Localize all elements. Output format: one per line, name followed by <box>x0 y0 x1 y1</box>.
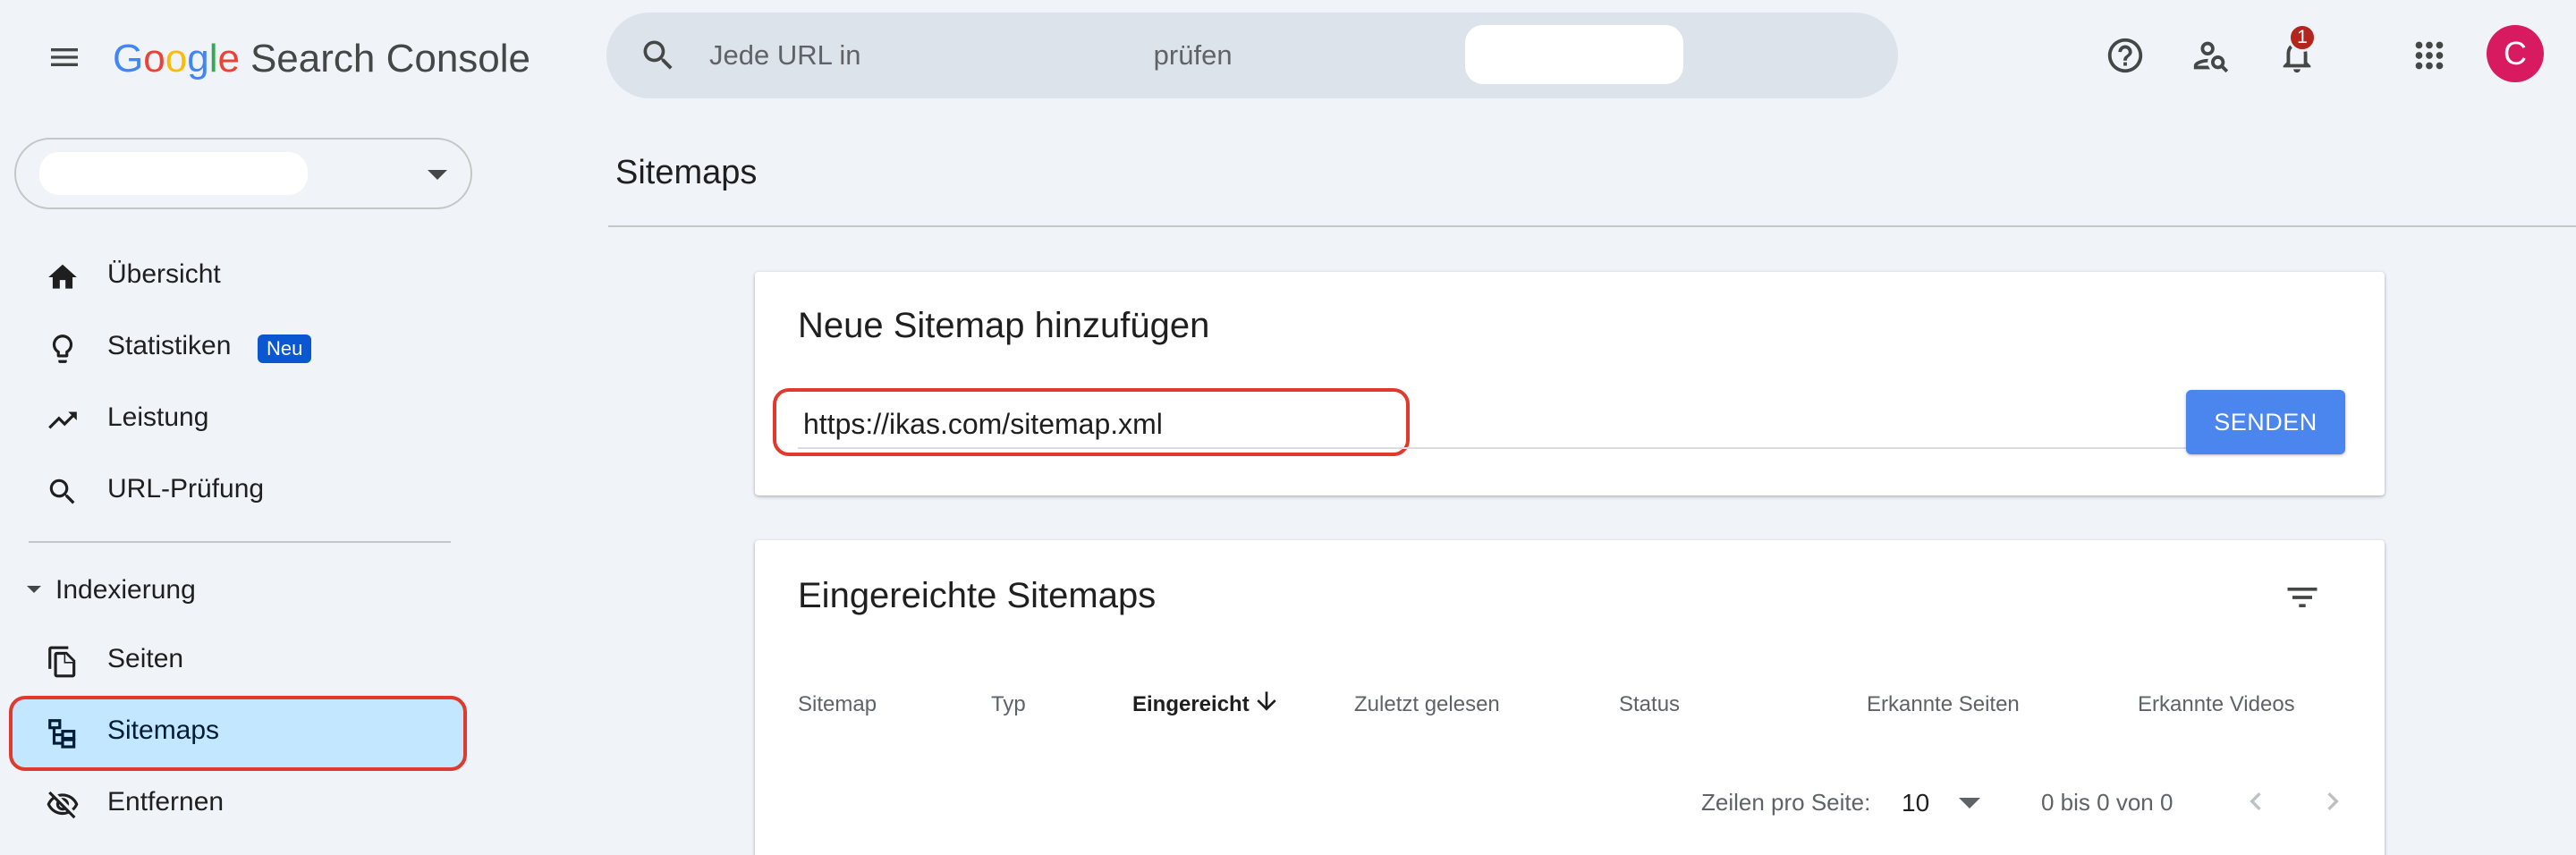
logo-letter: g <box>187 37 209 80</box>
redacted-property-name <box>1465 25 1683 84</box>
sidebar-item-sitemaps[interactable]: Sitemaps <box>9 696 467 771</box>
sidebar-item-label: Übersicht <box>107 259 221 289</box>
submit-button[interactable]: SENDEN <box>2186 390 2345 454</box>
add-sitemap-card: Neue Sitemap hinzufügen SENDEN <box>755 272 2385 495</box>
logo-letter: e <box>217 37 240 80</box>
column-header-discovered-pages[interactable]: Erkannte Seiten <box>1867 692 2020 717</box>
previous-page-button[interactable] <box>2236 782 2275 821</box>
user-settings-button[interactable] <box>2182 27 2240 84</box>
file-copy-icon <box>45 644 80 680</box>
logo-letter: o <box>165 37 188 80</box>
filter-button[interactable] <box>2277 572 2327 622</box>
sidebar-item-insights[interactable]: Statistiken Neu <box>9 313 467 383</box>
column-header-status[interactable]: Status <box>1619 692 1680 717</box>
caret-down-icon <box>1959 798 1980 808</box>
submitted-sitemaps-card: Eingereichte Sitemaps Sitemap Typ Einger… <box>755 540 2385 855</box>
sidebar-item-label: Entfernen <box>107 787 225 817</box>
logo-letter: G <box>113 37 144 80</box>
column-header-type[interactable]: Typ <box>991 692 1026 717</box>
home-icon <box>45 259 80 295</box>
input-underline <box>798 447 2197 449</box>
filter-icon <box>2287 588 2318 607</box>
sidebar-item-removals[interactable]: Entfernen <box>9 769 467 839</box>
rows-per-page-label: Zeilen pro Seite: <box>1701 789 1871 816</box>
sidebar-section-label: Indexierung <box>55 575 196 605</box>
product-name: Search Console <box>250 37 531 80</box>
arrow-down-icon[interactable] <box>1252 687 1281 715</box>
sidebar-item-label: Sitemaps <box>107 715 220 745</box>
sidebar-item-overview[interactable]: Übersicht <box>9 241 467 311</box>
sitemap-url-field[interactable] <box>773 388 1410 456</box>
manage-accounts-icon <box>2193 41 2229 73</box>
rows-per-page-select[interactable]: 10 <box>1902 782 1991 821</box>
column-header-last-read[interactable]: Zuletzt gelesen <box>1354 692 1500 717</box>
property-selector[interactable] <box>14 138 472 209</box>
column-header-discovered-videos[interactable]: Erkannte Videos <box>2138 692 2295 717</box>
visibility-off-icon <box>45 787 80 823</box>
new-badge: Neu <box>258 334 312 363</box>
hamburger-icon <box>51 48 78 66</box>
main-menu-button[interactable] <box>41 34 88 80</box>
trending-up-icon <box>45 402 80 438</box>
sidebar-item-label: Statistiken <box>107 331 232 360</box>
help-button[interactable] <box>2097 27 2154 84</box>
google-apps-button[interactable] <box>2401 27 2458 84</box>
url-inspection-search-bar[interactable] <box>606 13 1898 98</box>
column-header-submitted[interactable]: Eingereicht <box>1132 692 1250 717</box>
next-page-button[interactable] <box>2313 782 2352 821</box>
search-icon <box>45 474 80 510</box>
sidebar-item-pages[interactable]: Seiten <box>9 626 467 696</box>
sidebar-item-url-inspection[interactable]: URL-Prüfung <box>9 456 467 526</box>
lightbulb-icon <box>45 331 80 367</box>
account-avatar[interactable]: C <box>2487 25 2544 82</box>
sidebar-item-performance[interactable]: Leistung <box>9 385 467 454</box>
pagination-range: 0 bis 0 von 0 <box>2041 789 2174 816</box>
chevron-left-icon <box>2250 792 2261 810</box>
sidebar-item-label: Seiten <box>107 644 184 673</box>
caret-down-icon <box>27 586 41 595</box>
card-title: Eingereichte Sitemaps <box>798 576 1157 615</box>
title-divider <box>608 225 2576 227</box>
notification-count-badge: 1 <box>2288 23 2317 52</box>
logo-letter: l <box>208 37 218 80</box>
sidebar-section-indexing[interactable]: Indexierung <box>27 572 196 608</box>
apps-grid-icon <box>2415 41 2444 70</box>
column-header-sitemap[interactable]: Sitemap <box>798 692 877 717</box>
sidebar-item-label: Leistung <box>107 402 209 432</box>
logo-letter: o <box>143 37 165 80</box>
chevron-right-icon <box>2327 792 2339 810</box>
search-icon <box>639 36 678 75</box>
sidebar-divider <box>29 541 451 543</box>
page-title: Sitemaps <box>615 154 758 191</box>
rows-per-page-value: 10 <box>1902 789 1930 817</box>
google-search-console-logo[interactable]: Google Search Console <box>113 34 530 84</box>
redacted-property-name <box>39 152 308 195</box>
sidebar-item-label: URL-Prüfung <box>107 474 265 504</box>
help-icon <box>2107 38 2143 73</box>
caret-down-icon <box>428 170 447 181</box>
sitemap-url-input[interactable] <box>803 402 1376 445</box>
sitemap-tree-icon <box>45 715 80 751</box>
card-title: Neue Sitemap hinzufügen <box>798 306 1210 345</box>
